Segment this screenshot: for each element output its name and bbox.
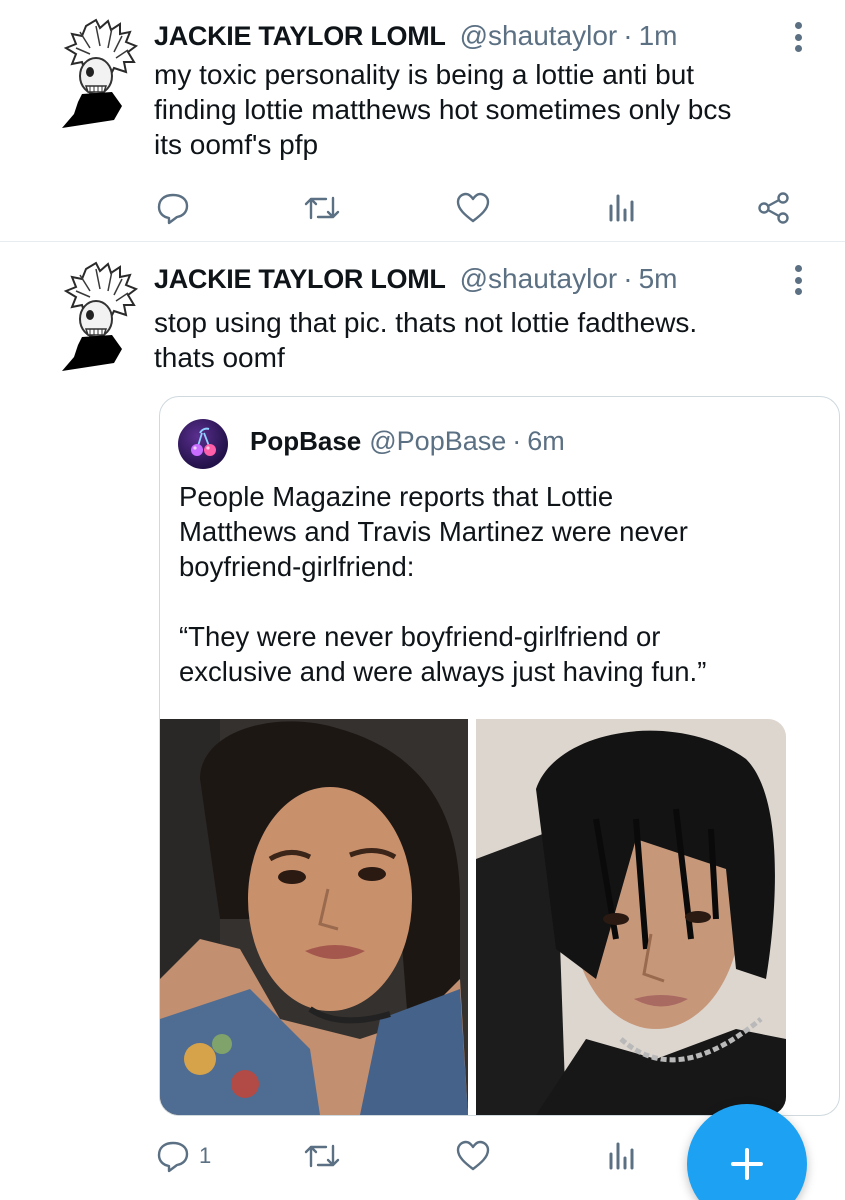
quoted-tweet[interactable]: PopBase @PopBase · 6m People Magazine re… (159, 396, 840, 1116)
quoted-tweet-text: People Magazine reports that Lottie Matt… (179, 481, 707, 687)
cherry-logo-icon (191, 427, 216, 456)
timestamp[interactable]: 1m (639, 20, 678, 52)
author-handle[interactable]: @PopBase (369, 426, 506, 457)
like-icon (456, 1140, 490, 1171)
media-photo-man[interactable] (476, 719, 786, 1115)
more-icon[interactable] (792, 22, 804, 56)
reply-count: 1 (199, 1143, 212, 1168)
tweet[interactable]: JACKIE TAYLOR LOML @shautaylor · 1m my t… (0, 0, 845, 242)
reply-button[interactable]: 1 (155, 1131, 211, 1181)
author-name[interactable]: PopBase (250, 426, 361, 457)
like-button[interactable] (455, 183, 491, 233)
more-icon[interactable] (792, 265, 804, 299)
retweet-icon (304, 196, 340, 220)
stats-icon (609, 1142, 634, 1170)
media-grid (160, 719, 788, 1115)
tweet[interactable]: JACKIE TAYLOR LOML @shautaylor · 5m stop… (0, 243, 845, 1200)
separator: · (623, 20, 633, 51)
stats-button[interactable] (606, 1131, 638, 1181)
stats-button[interactable] (606, 183, 638, 233)
avatar-skull-illustration (62, 18, 139, 128)
share-icon (758, 192, 789, 224)
avatar[interactable] (178, 419, 228, 469)
retweet-icon (304, 1144, 340, 1168)
retweet-button[interactable] (302, 1131, 342, 1181)
retweet-button[interactable] (302, 183, 342, 233)
plus-icon (731, 1148, 763, 1180)
stats-icon (609, 194, 634, 222)
author-handle[interactable]: @shautaylor (460, 263, 618, 295)
separator: · (623, 263, 633, 294)
portrait-woman-image (160, 719, 468, 1115)
tweet-actions (0, 183, 845, 233)
like-button[interactable] (455, 1131, 491, 1181)
avatar[interactable] (56, 261, 140, 373)
author-name[interactable]: JACKIE TAYLOR LOML (154, 264, 446, 295)
media-photo-woman[interactable] (160, 719, 468, 1115)
timestamp[interactable]: 5m (639, 263, 678, 295)
share-button[interactable] (756, 183, 792, 233)
reply-button[interactable] (155, 183, 191, 233)
tweet-header: JACKIE TAYLOR LOML @shautaylor · 1m (154, 20, 677, 56)
tweet-text: my toxic personality is being a lottie a… (154, 59, 732, 160)
tweet-text: stop using that pic. thats not lottie fa… (154, 307, 698, 373)
like-icon (456, 192, 490, 223)
author-name[interactable]: JACKIE TAYLOR LOML (154, 21, 446, 52)
portrait-man-image (476, 719, 786, 1115)
timestamp[interactable]: 6m (527, 426, 565, 457)
quoted-tweet-header: PopBase @PopBase · 6m (250, 426, 565, 457)
reply-icon (157, 193, 189, 225)
avatar[interactable] (56, 18, 140, 130)
separator: · (512, 426, 522, 456)
avatar-skull-illustration (62, 261, 139, 371)
author-handle[interactable]: @shautaylor (460, 20, 618, 52)
tweet-header: JACKIE TAYLOR LOML @shautaylor · 5m (154, 263, 677, 299)
reply-icon (157, 1141, 189, 1173)
